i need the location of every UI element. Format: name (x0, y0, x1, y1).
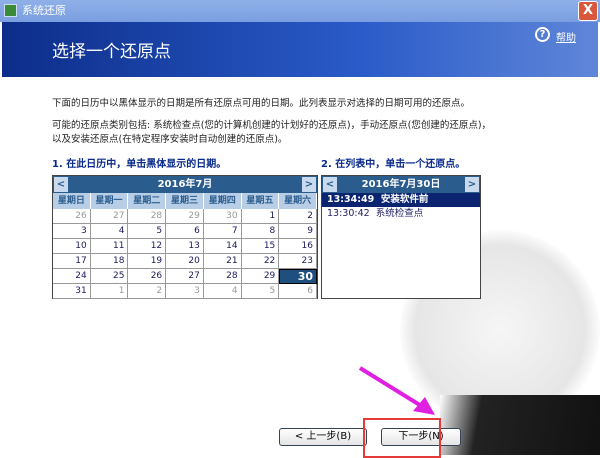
prev-month-button[interactable]: < (54, 177, 68, 192)
calendar-day[interactable]: 28 (128, 209, 167, 224)
calendar-day[interactable]: 6 (166, 224, 204, 239)
highlight-box (363, 418, 441, 458)
title-bar: 系统还原 X (0, 0, 600, 22)
next-day-button[interactable]: > (465, 177, 479, 192)
prev-day-button[interactable]: < (323, 177, 337, 192)
calendar-day[interactable]: 8 (241, 224, 280, 239)
calendar-day[interactable]: 5 (241, 284, 280, 299)
restore-point-time: 13:30:42 (327, 208, 370, 219)
calendar-day[interactable]: 19 (128, 254, 167, 269)
close-button[interactable]: X (578, 1, 598, 21)
calendar-day[interactable]: 31 (53, 284, 91, 299)
calendar-day[interactable]: 5 (128, 224, 167, 239)
calendar-day[interactable]: 1 (90, 284, 129, 299)
photo-overlay (440, 395, 600, 455)
calendar-day[interactable]: 30 (203, 209, 242, 224)
step2-label: 2. 在列表中，单击一个还原点。 (321, 159, 466, 170)
weekday-header: 星期二 (128, 193, 167, 209)
calendar: < 2016年7月 > 星期日 星期一 星期二 星期三 星期四 星期五 星期六 26 27 28… (52, 175, 318, 299)
annotation-arrow-icon (358, 366, 435, 415)
calendar-day[interactable]: 26 (128, 269, 167, 284)
calendar-day[interactable]: 2 (279, 209, 317, 224)
restore-point-item[interactable]: 13:30:42 系统检查点 (322, 207, 480, 221)
weekday-header: 星期四 (204, 193, 242, 209)
page-title: 选择一个还原点 (52, 42, 171, 62)
weekday-header: 星期三 (166, 193, 204, 209)
restore-point-item[interactable]: 13:34:49 安装软件前 (322, 193, 480, 207)
calendar-day[interactable]: 9 (279, 224, 317, 239)
restore-point-name: 安装软件前 (380, 194, 429, 205)
calendar-day[interactable]: 10 (53, 239, 91, 254)
calendar-day[interactable]: 17 (53, 254, 91, 269)
calendar-month: 2016年7月 (157, 179, 213, 190)
restore-point-name: 系统检查点 (375, 208, 424, 219)
calendar-day[interactable]: 4 (90, 224, 129, 239)
calendar-day[interactable]: 23 (279, 254, 317, 269)
calendar-day[interactable]: 4 (203, 284, 242, 299)
calendar-day[interactable]: 18 (90, 254, 129, 269)
weekday-header: 星期六 (279, 193, 317, 209)
calendar-day[interactable]: 24 (53, 269, 91, 284)
calendar-day[interactable]: 2 (128, 284, 167, 299)
calendar-day[interactable]: 22 (241, 254, 280, 269)
calendar-day[interactable]: 3 (166, 284, 204, 299)
calendar-day[interactable]: 25 (90, 269, 129, 284)
calendar-day[interactable]: 11 (90, 239, 129, 254)
calendar-day[interactable]: 29 (166, 209, 204, 224)
calendar-day[interactable]: 14 (203, 239, 242, 254)
calendar-day[interactable]: 12 (128, 239, 167, 254)
description-text: 以及安装还原点(在特定程序安装时自动创建的还原点)。 (52, 134, 288, 145)
window-title: 系统还原 (22, 4, 66, 17)
weekday-header: 星期一 (91, 193, 129, 209)
restore-point-list: < 2016年7月30日 > 13:34:49 安装软件前 13:30:42 系… (321, 175, 481, 299)
calendar-day[interactable]: 27 (90, 209, 129, 224)
step1-label: 1. 在此日历中，单击黑体显示的日期。 (52, 159, 227, 170)
help-link[interactable]: 帮助 (556, 29, 576, 44)
next-month-button[interactable]: > (302, 177, 316, 192)
calendar-day[interactable]: 28 (203, 269, 242, 284)
calendar-day[interactable]: 13 (166, 239, 204, 254)
description-text: 下面的日历中以黑体显示的日期是所有还原点可用的日期。此列表显示对选择的日期可用的… (52, 98, 471, 109)
header-banner: 选择一个还原点 ? 帮助 (2, 22, 598, 77)
calendar-day[interactable]: 3 (53, 224, 91, 239)
calendar-day[interactable]: 16 (279, 239, 317, 254)
list-date: 2016年7月30日 (361, 179, 441, 190)
calendar-day[interactable]: 6 (279, 284, 317, 299)
calendar-day[interactable]: 1 (241, 209, 280, 224)
calendar-day[interactable]: 7 (203, 224, 242, 239)
weekday-header: 星期日 (53, 193, 91, 209)
weekday-header: 星期五 (242, 193, 280, 209)
calendar-day[interactable]: 26 (53, 209, 91, 224)
calendar-day[interactable]: 15 (241, 239, 280, 254)
system-restore-icon (4, 4, 17, 17)
calendar-day[interactable]: 20 (166, 254, 204, 269)
calendar-day[interactable]: 30 (279, 269, 317, 284)
calendar-day[interactable]: 27 (166, 269, 204, 284)
calendar-day[interactable]: 21 (203, 254, 242, 269)
restore-point-time: 13:34:49 (327, 194, 375, 205)
back-button[interactable]: < 上一步(B) (279, 428, 367, 446)
description-text: 可能的还原点类别包括: 系统检查点(您的计算机创建的计划好的还原点)，手动还原点… (52, 120, 492, 131)
calendar-day[interactable]: 29 (241, 269, 280, 284)
help-icon[interactable]: ? (535, 27, 550, 42)
